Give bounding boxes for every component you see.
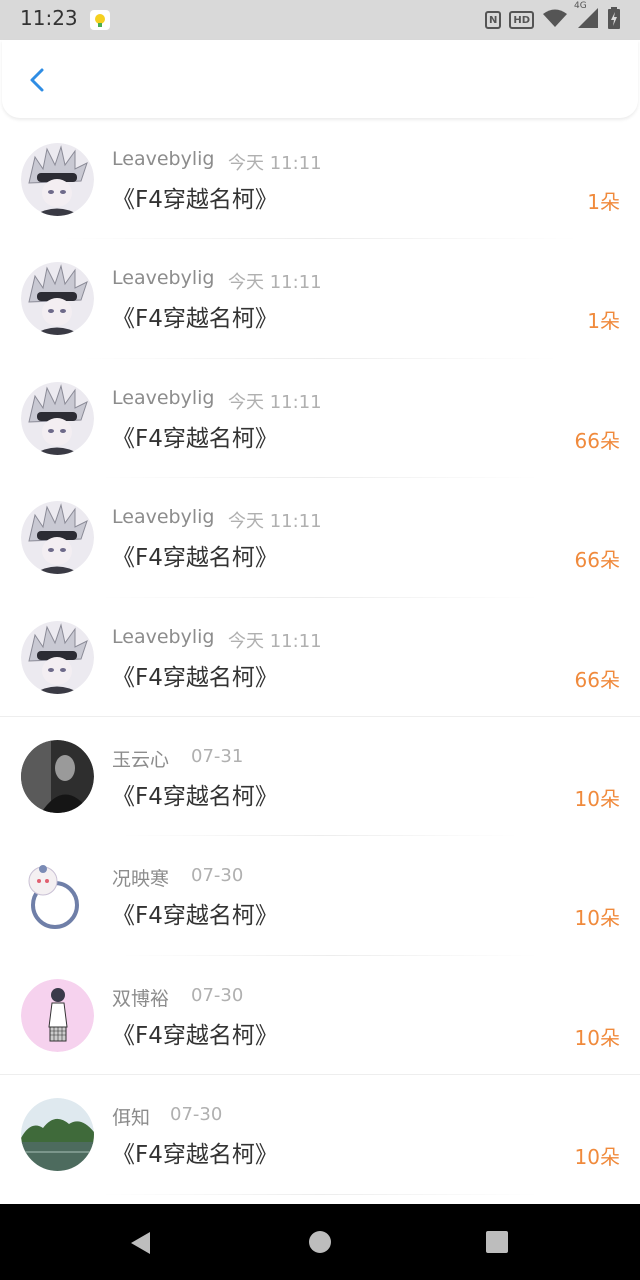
- avatar[interactable]: [21, 143, 94, 216]
- chevron-left-icon: [30, 68, 44, 92]
- flower-count: 1朵: [587, 190, 620, 214]
- nfc-icon: N: [484, 11, 502, 29]
- list-item[interactable]: 佴知 07-30 《F4穿越名柯》 10朵: [0, 1075, 640, 1195]
- flower-count: 10朵: [574, 906, 620, 931]
- user-name[interactable]: Leavebylig: [112, 387, 214, 409]
- timestamp: 07-30: [170, 1104, 223, 1126]
- timestamp: 07-30: [191, 984, 244, 1006]
- list-item[interactable]: Leavebylig 今天 11:11 《F4穿越名柯》 1朵: [0, 120, 640, 240]
- user-name[interactable]: 佴知: [112, 1103, 150, 1130]
- avatar[interactable]: [21, 978, 94, 1052]
- list-item[interactable]: 况映寒 07-30 《F4穿越名柯》 10朵: [0, 836, 640, 956]
- list-item[interactable]: Leavebylig 今天 11:11 《F4穿越名柯》 66朵: [0, 478, 640, 598]
- timestamp: 今天 11:11: [228, 511, 322, 533]
- list-item[interactable]: Leavebylig 今天 11:11 《F4穿越名柯》 66朵: [0, 359, 640, 479]
- user-name[interactable]: 双博裕: [112, 984, 169, 1011]
- signal-icon: 4G: [574, 1, 600, 33]
- flower-count: 10朵: [574, 1025, 620, 1050]
- nav-recents-button[interactable]: [485, 1230, 511, 1256]
- battery-icon: [608, 7, 620, 33]
- user-name[interactable]: Leavebylig: [112, 267, 214, 289]
- list-item[interactable]: Leavebylig 今天 11:11 《F4穿越名柯》 1朵: [0, 239, 640, 359]
- list-item[interactable]: Leavebylig 今天 11:11 《F4穿越名柯》 66朵: [0, 598, 640, 717]
- list-item[interactable]: 双博裕 07-30 《F4穿越名柯》 10朵: [0, 956, 640, 1076]
- header: [2, 40, 638, 118]
- square-recents-icon: [486, 1231, 508, 1253]
- book-title[interactable]: 《F4穿越名柯》: [112, 1135, 278, 1169]
- avatar[interactable]: [21, 620, 94, 694]
- book-title[interactable]: 《F4穿越名柯》: [112, 419, 278, 453]
- triangle-back-icon: [131, 1232, 150, 1254]
- book-title[interactable]: 《F4穿越名柯》: [112, 180, 278, 214]
- timestamp: 07-31: [191, 745, 244, 767]
- book-title[interactable]: 《F4穿越名柯》: [112, 896, 278, 930]
- user-name[interactable]: 况映寒: [112, 864, 169, 891]
- gift-list: Leavebylig 今天 11:11 《F4穿越名柯》 1朵 Leavebyl…: [0, 120, 640, 1195]
- book-title[interactable]: 《F4穿越名柯》: [112, 1016, 278, 1050]
- timestamp: 07-30: [191, 865, 244, 887]
- flower-count: 1朵: [587, 309, 620, 334]
- flower-count: 10朵: [574, 1145, 620, 1170]
- wifi-icon: [542, 8, 568, 32]
- user-name[interactable]: Leavebylig: [112, 626, 214, 648]
- network-label: 4G: [574, 1, 587, 11]
- hd-icon: HD: [509, 11, 534, 29]
- avatar[interactable]: [21, 859, 94, 933]
- book-title[interactable]: 《F4穿越名柯》: [112, 777, 278, 811]
- book-title[interactable]: 《F4穿越名柯》: [112, 538, 278, 572]
- avatar[interactable]: [21, 262, 94, 336]
- system-nav-bar: [0, 1204, 640, 1280]
- timestamp: 今天 11:11: [228, 272, 322, 294]
- nav-home-button[interactable]: [308, 1230, 334, 1256]
- book-title[interactable]: 《F4穿越名柯》: [112, 658, 278, 692]
- circle-home-icon: [309, 1231, 331, 1253]
- nav-back-button[interactable]: [128, 1230, 154, 1256]
- back-button[interactable]: [20, 62, 56, 98]
- status-icons: N HD 4G: [484, 1, 620, 33]
- user-name[interactable]: 玉云心: [112, 745, 169, 772]
- book-title[interactable]: 《F4穿越名柯》: [112, 299, 278, 333]
- timestamp: 今天 11:11: [228, 391, 322, 413]
- list-item[interactable]: 玉云心 07-31 《F4穿越名柯》 10朵: [0, 717, 640, 837]
- avatar[interactable]: [21, 739, 94, 813]
- app-notification-icon: [90, 10, 110, 30]
- flower-count: 10朵: [574, 786, 620, 811]
- flower-count: 66朵: [574, 428, 620, 453]
- status-bar: 11:23 N HD 4G: [0, 0, 640, 40]
- divider: [100, 1193, 540, 1195]
- user-name[interactable]: Leavebylig: [112, 506, 214, 528]
- user-name[interactable]: Leavebylig: [112, 148, 214, 170]
- avatar[interactable]: [21, 501, 94, 575]
- status-time: 11:23: [20, 6, 78, 30]
- timestamp: 今天 11:11: [228, 630, 322, 652]
- avatar[interactable]: [21, 1098, 94, 1172]
- flower-count: 66朵: [574, 667, 620, 692]
- timestamp: 今天 11:11: [228, 153, 322, 174]
- flower-count: 66朵: [574, 548, 620, 573]
- avatar[interactable]: [21, 381, 94, 455]
